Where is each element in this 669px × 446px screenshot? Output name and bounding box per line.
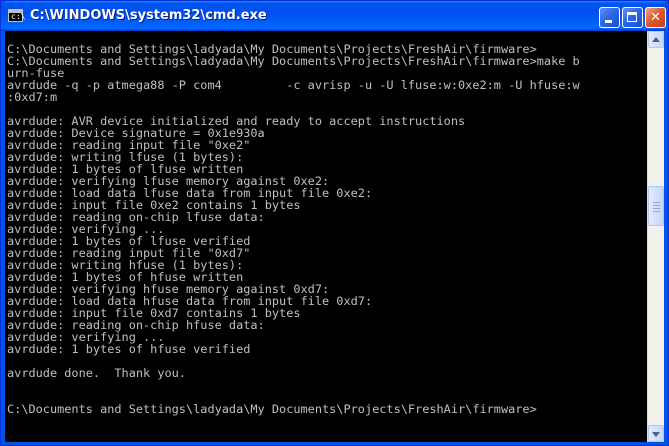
title-bar[interactable]: c:\ C:\WINDOWS\system32\cmd.exe ✕	[1, 1, 668, 31]
scroll-down-button[interactable]	[648, 425, 664, 442]
scroll-up-arrow-icon	[652, 37, 660, 42]
minimize-icon	[605, 20, 612, 23]
scroll-up-button[interactable]	[648, 31, 664, 48]
window-title: C:\WINDOWS\system32\cmd.exe	[30, 8, 267, 23]
scroll-thumb[interactable]	[648, 186, 664, 226]
console-icon[interactable]: c:\	[8, 9, 25, 22]
console-client-area: C:\Documents and Settings\ladyada\My Doc…	[5, 31, 664, 442]
cmd-window: c:\ C:\WINDOWS\system32\cmd.exe ✕ C:\Doc…	[0, 0, 669, 446]
minimize-button[interactable]	[599, 7, 620, 28]
close-button[interactable]: ✕	[645, 7, 666, 28]
maximize-icon	[627, 12, 637, 22]
console-output[interactable]: C:\Documents and Settings\ladyada\My Doc…	[5, 31, 647, 442]
scroll-down-arrow-icon	[652, 432, 660, 437]
console-line: :0xd7:m	[7, 90, 58, 104]
vertical-scrollbar[interactable]	[647, 31, 664, 442]
maximize-button[interactable]	[622, 7, 643, 28]
console-line: avrdude done. Thank you.	[7, 366, 186, 380]
console-line: C:\Documents and Settings\ladyada\My Doc…	[7, 54, 580, 68]
console-line: C:\Documents and Settings\ladyada\My Doc…	[7, 402, 537, 416]
console-line: avrdude: 1 bytes of hfuse verified	[7, 342, 251, 356]
console-line: avrdude -q -p atmega88 -P com4 -c avrisp…	[7, 78, 580, 92]
close-icon: ✕	[650, 10, 661, 25]
